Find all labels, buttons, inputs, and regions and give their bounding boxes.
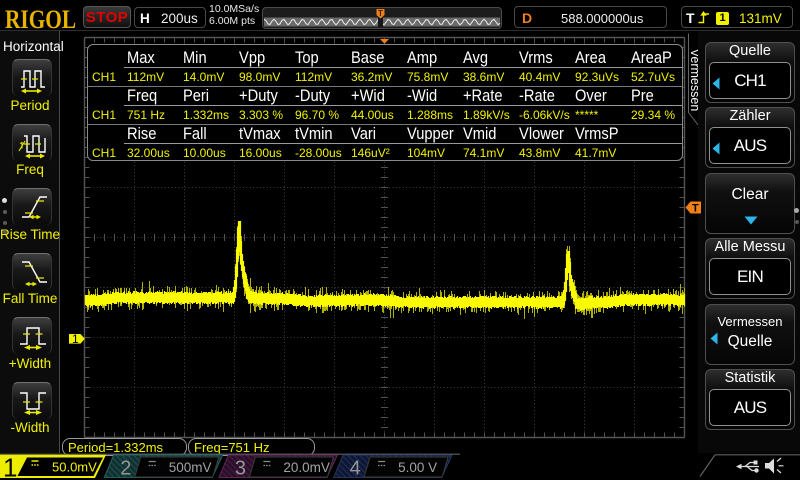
svg-text:T: T [692,203,699,215]
svg-text:20.0mV: 20.0mV [283,460,330,475]
svg-text:4: 4 [350,458,361,480]
svg-text:50.0mV: 50.0mV [52,460,97,475]
svg-text:2: 2 [120,458,131,480]
svg-text:500mV: 500mV [169,460,212,475]
svg-text:1: 1 [72,332,79,346]
svg-text:1: 1 [3,453,17,480]
svg-text:3: 3 [235,458,246,480]
svg-text:5.00 V: 5.00 V [398,460,437,475]
svg-text:T: T [378,9,383,18]
